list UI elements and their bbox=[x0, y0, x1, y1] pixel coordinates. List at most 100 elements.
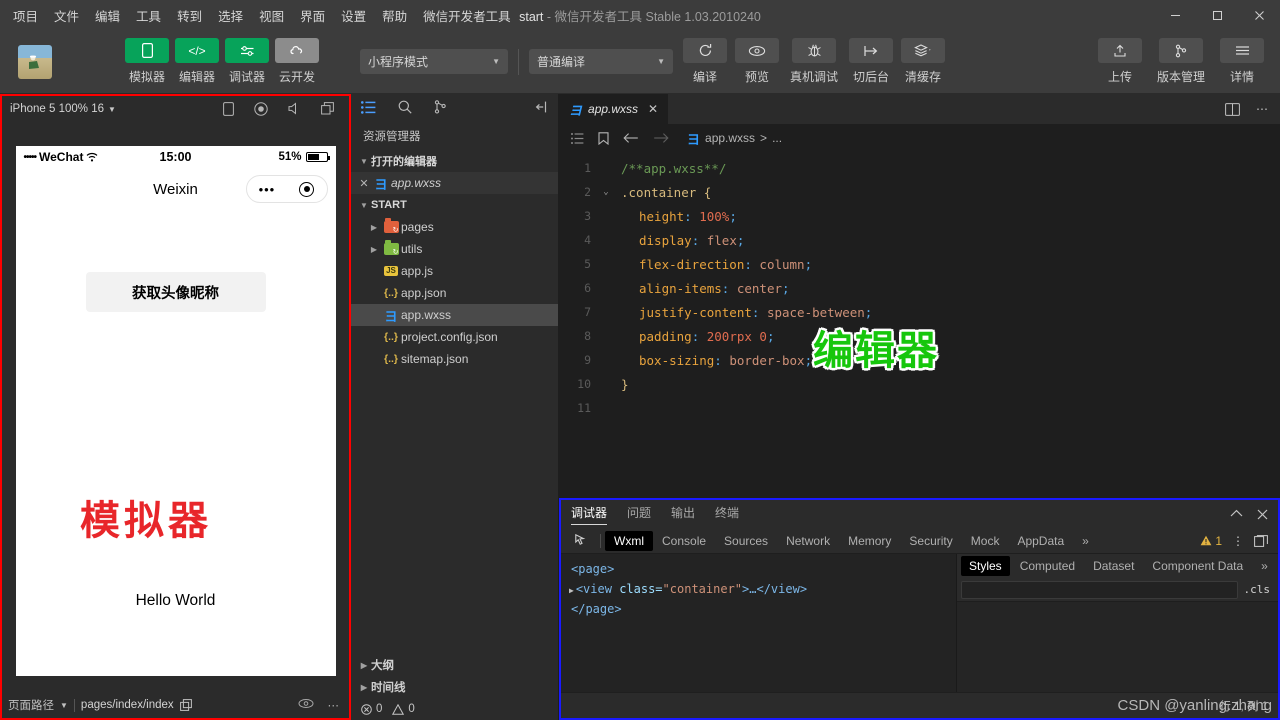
wxml-node[interactable]: </page> bbox=[569, 600, 948, 620]
list-icon[interactable] bbox=[361, 100, 376, 114]
page-path-label[interactable]: 页面路径 bbox=[8, 697, 54, 713]
styles-tab-overflow[interactable]: » bbox=[1253, 556, 1276, 576]
panel-cloud-button[interactable]: 云开发 bbox=[274, 38, 320, 85]
get-avatar-nickname-button[interactable]: 获取头像昵称 bbox=[85, 272, 266, 312]
close-icon[interactable] bbox=[1238, 0, 1280, 30]
styles-filter-input[interactable] bbox=[961, 580, 1238, 599]
styles-tab-component-data[interactable]: Component Data bbox=[1144, 556, 1251, 576]
tree-item-utils[interactable]: ▶ utils bbox=[351, 238, 558, 260]
dock-icon[interactable] bbox=[1254, 534, 1268, 547]
devtools-tab-console[interactable]: Console bbox=[653, 531, 715, 551]
tree-item-sitemap-json[interactable]: {..} sitemap.json bbox=[351, 348, 558, 370]
tree-item-app-wxss[interactable]: ヨ app.wxss bbox=[351, 304, 558, 326]
close-icon[interactable] bbox=[1257, 509, 1268, 520]
devtools-tab-security[interactable]: Security bbox=[900, 531, 961, 551]
panel-debugger-button[interactable]: 调试器 bbox=[224, 38, 270, 85]
volume-icon[interactable] bbox=[288, 102, 301, 116]
back-icon[interactable] bbox=[623, 132, 639, 144]
menu-item-goto[interactable]: 转到 bbox=[176, 4, 203, 27]
menu-item-tools[interactable]: 工具 bbox=[135, 4, 162, 27]
tree-item-app-json[interactable]: {..} app.json bbox=[351, 282, 558, 304]
version-control-button[interactable]: 版本管理 bbox=[1150, 38, 1212, 85]
cls-button[interactable]: .cls bbox=[1244, 583, 1275, 596]
record-icon[interactable] bbox=[254, 102, 268, 116]
panel-editor-button[interactable]: </> 编辑器 bbox=[174, 38, 220, 85]
wxml-node[interactable]: <page> bbox=[569, 560, 948, 580]
code-content[interactable]: 1 /**app.wxss**/ 2 ⌄ .container {3 height: 10… bbox=[559, 152, 1280, 498]
split-editor-icon[interactable] bbox=[1225, 102, 1240, 116]
branch-icon[interactable] bbox=[434, 100, 447, 114]
more-icon[interactable]: ••• bbox=[259, 182, 276, 197]
mode-select[interactable]: 小程序模式 ▼ bbox=[360, 49, 508, 74]
wxml-tree[interactable]: <page> ▶ <view class="container">…</view> … bbox=[561, 554, 956, 692]
debugger-tab-output[interactable]: 输出 bbox=[671, 504, 695, 524]
chevron-up-icon[interactable] bbox=[1230, 509, 1243, 520]
device-select-value[interactable]: iPhone 5 100% 16 bbox=[10, 103, 104, 115]
chevron-down-icon[interactable]: ▼ bbox=[60, 701, 68, 710]
clear-cache-button[interactable]: 清缓存 bbox=[897, 38, 949, 85]
tree-item-project-config-json[interactable]: {..} project.config.json bbox=[351, 326, 558, 348]
debugger-tab-problems[interactable]: 问题 bbox=[627, 504, 651, 524]
background-button[interactable]: 切后台 bbox=[845, 38, 897, 85]
menu-item-edit[interactable]: 编辑 bbox=[94, 4, 121, 27]
devtools-tab-memory[interactable]: Memory bbox=[839, 531, 900, 551]
open-editor-item-app-wxss[interactable]: ✕ ヨ app.wxss bbox=[351, 172, 558, 194]
details-button[interactable]: 详情 bbox=[1216, 38, 1268, 85]
chevron-down-icon[interactable]: ▼ bbox=[108, 105, 116, 114]
capsule-menu[interactable]: ••• bbox=[245, 175, 328, 203]
windows-icon[interactable] bbox=[321, 102, 335, 116]
wxml-node[interactable]: ▶ <view class="container">…</view> bbox=[569, 580, 948, 600]
status-badge[interactable]: 1 bbox=[1200, 534, 1222, 548]
inspect-element-icon[interactable] bbox=[567, 534, 596, 547]
panel-simulator-button[interactable]: 模拟器 bbox=[124, 38, 170, 85]
devtools-tab-sources[interactable]: Sources bbox=[715, 531, 777, 551]
menu-item-settings[interactable]: 设置 bbox=[340, 4, 367, 27]
bookmark-icon[interactable] bbox=[598, 131, 609, 145]
menu-item-help[interactable]: 帮助 bbox=[381, 4, 408, 27]
styles-rules-area[interactable] bbox=[957, 602, 1278, 692]
minimize-icon[interactable] bbox=[1154, 0, 1196, 30]
debugger-tab-terminal[interactable]: 终端 bbox=[715, 504, 739, 524]
more-icon[interactable]: ⋯ bbox=[328, 698, 340, 712]
styles-tab-styles[interactable]: Styles bbox=[961, 556, 1010, 576]
more-vertical-icon[interactable]: ⋮ bbox=[1232, 534, 1244, 548]
timeline-section[interactable]: ▶ 时间线 bbox=[351, 676, 558, 698]
styles-tab-dataset[interactable]: Dataset bbox=[1085, 556, 1142, 576]
menu-item-file[interactable]: 文件 bbox=[53, 4, 80, 27]
tree-item-pages[interactable]: ▶ pages bbox=[351, 216, 558, 238]
upload-button[interactable]: 上传 bbox=[1094, 38, 1146, 85]
devtools-tab-mock[interactable]: Mock bbox=[962, 531, 1009, 551]
chevron-right-icon[interactable]: ▶ bbox=[569, 586, 574, 595]
compile-select[interactable]: 普通编译 ▼ bbox=[529, 49, 673, 74]
devtools-tab-wxml[interactable]: Wxml bbox=[605, 530, 653, 551]
phone-rotate-icon[interactable] bbox=[223, 102, 234, 116]
devtools-tab-appdata[interactable]: AppData bbox=[1008, 531, 1073, 551]
close-circle-icon[interactable] bbox=[299, 181, 315, 197]
devtools-tab-network[interactable]: Network bbox=[777, 531, 839, 551]
menu-item-view[interactable]: 视图 bbox=[258, 4, 285, 27]
open-editors-section[interactable]: ▼ 打开的编辑器 bbox=[351, 150, 558, 172]
eye-icon[interactable] bbox=[298, 698, 314, 712]
close-icon[interactable]: ✕ bbox=[357, 177, 371, 190]
outline-section[interactable]: ▶ 大纲 bbox=[351, 654, 558, 676]
real-device-debug-button[interactable]: 真机调试 bbox=[783, 38, 845, 85]
maximize-icon[interactable] bbox=[1196, 0, 1238, 30]
avatar[interactable] bbox=[18, 44, 52, 79]
menu-item-project[interactable]: 项目 bbox=[12, 4, 39, 27]
menu-item-devtools[interactable]: 微信开发者工具 bbox=[422, 4, 512, 27]
debugger-tab-debugger[interactable]: 调试器 bbox=[571, 504, 608, 525]
tree-item-app-js[interactable]: JS app.js bbox=[351, 260, 558, 282]
problems-status[interactable]: 0 0 bbox=[351, 698, 558, 720]
fold-toggle-icon[interactable]: ⌄ bbox=[599, 187, 613, 197]
outline-icon[interactable] bbox=[571, 132, 584, 144]
close-icon[interactable]: ✕ bbox=[648, 102, 658, 116]
menu-item-select[interactable]: 选择 bbox=[217, 4, 244, 27]
menu-item-interface[interactable]: 界面 bbox=[299, 4, 326, 27]
preview-button[interactable]: 预览 bbox=[731, 38, 783, 85]
more-icon[interactable]: ⋯ bbox=[1256, 102, 1268, 116]
styles-tab-computed[interactable]: Computed bbox=[1012, 556, 1083, 576]
compile-button[interactable]: 编译 bbox=[679, 38, 731, 85]
collapse-icon[interactable] bbox=[534, 101, 548, 113]
copy-icon[interactable] bbox=[179, 699, 192, 711]
breadcrumb[interactable]: ヨ app.wxss > ... bbox=[687, 129, 782, 148]
